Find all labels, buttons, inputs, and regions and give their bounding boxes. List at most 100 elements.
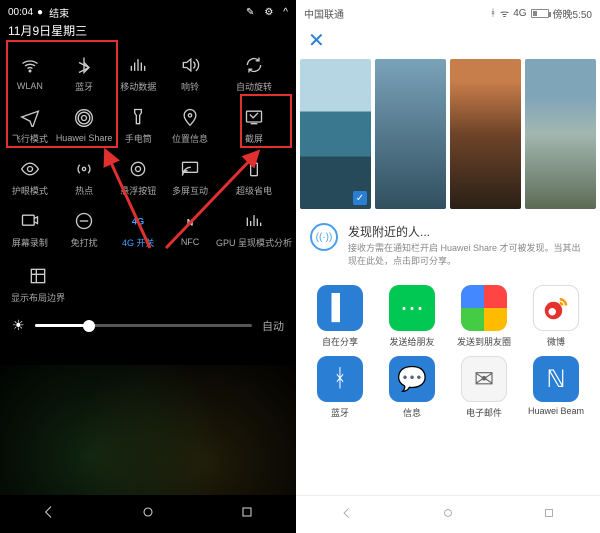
brightness-auto-toggle[interactable]: 自动 (262, 318, 284, 334)
bluetooth-icon (73, 54, 95, 76)
quick-tile-dnd[interactable]: 免打扰 (56, 203, 113, 255)
quick-tile-location[interactable]: 位置信息 (164, 99, 216, 151)
share-app-label: Huawei Beam (528, 406, 584, 416)
share-app-icon: 💬 (389, 356, 435, 402)
svg-text:N: N (187, 217, 194, 227)
collapse-icon[interactable]: ^ (283, 7, 288, 18)
photo-thumb[interactable] (450, 59, 521, 209)
quick-tile-label: GPU 呈现模式分析 (216, 236, 292, 249)
record-icon (19, 210, 41, 232)
share-app-icon (461, 285, 507, 331)
share-app-label: 发送到朋友圈 (457, 335, 511, 348)
share-target[interactable]: 微博 (522, 285, 590, 348)
quick-tile-record[interactable]: 屏幕录制 (4, 203, 56, 255)
cell-icon (127, 54, 149, 76)
nav-recents-button[interactable] (542, 506, 556, 523)
signal-icon: ᯤ (500, 6, 509, 20)
close-icon: ✕ (308, 30, 325, 52)
huawei-share-notice: ((·)) 发现附近的人... 接收方需在通知栏开启 Huawei Share … (296, 209, 600, 277)
quick-tile-screenshot[interactable]: 截屏 (216, 99, 292, 151)
photo-thumb[interactable] (375, 59, 446, 209)
dnd-icon (73, 210, 95, 232)
status-bar: 00:04 ● 结束 ✎ ⚙ ^ (0, 0, 296, 20)
share-target[interactable]: 发送到朋友圈 (450, 285, 518, 348)
eye-icon (19, 158, 41, 180)
nav-home-button[interactable] (441, 506, 455, 523)
location-icon (179, 106, 201, 128)
nav-home-button[interactable] (140, 504, 156, 523)
share-app-label: 蓝牙 (331, 406, 349, 419)
float-icon (127, 158, 149, 180)
close-button[interactable]: ✕ (296, 22, 600, 59)
bluetooth-icon: ᚼ (490, 8, 496, 19)
rotate-icon (243, 54, 265, 76)
share-icon (73, 107, 95, 129)
status-bar: 中国联通 ᚼ ᯤ 4G 傍晚5:50 (296, 0, 600, 22)
battery-icon (243, 158, 265, 180)
status-time: 00:04 (8, 7, 33, 18)
miracast-icon (179, 158, 201, 180)
svg-text:4G: 4G (132, 216, 144, 226)
quick-tile-layout-bounds[interactable]: 显示布局边界 (10, 261, 66, 307)
nav-back-button[interactable] (340, 506, 354, 523)
photo-thumbnails (296, 59, 600, 209)
android-navbar (296, 495, 600, 533)
torch-icon (127, 106, 149, 128)
quick-tile-label: 位置信息 (172, 132, 208, 145)
quick-tile-sound[interactable]: 响铃 (164, 47, 216, 99)
share-target[interactable]: 💬信息 (378, 356, 446, 419)
battery-icon (531, 9, 549, 18)
quick-tile-rotate[interactable]: 自动旋转 (216, 47, 292, 99)
quick-tile-nfc[interactable]: NNFC (164, 203, 216, 255)
4g-icon: 4G (127, 210, 149, 232)
edit-icon[interactable]: ✎ (246, 7, 254, 18)
brightness-slider[interactable] (35, 324, 252, 327)
share-target[interactable]: ℕ Huawei Beam (522, 356, 590, 419)
quick-tile-bluetooth[interactable]: 蓝牙 (56, 47, 113, 99)
plane-icon (19, 106, 41, 128)
share-target[interactable]: ✉电子邮件 (450, 356, 518, 419)
share-targets-grid: ▌自在分享⋯发送给朋友发送到朋友圈 微博 ᚼ 蓝牙 💬信息✉电子邮件 ℕ Huawei Be… (296, 277, 600, 419)
huawei-share-icon: ((·)) (310, 223, 338, 251)
quick-tile-share[interactable]: Huawei Share (56, 99, 113, 151)
nav-recents-button[interactable] (239, 504, 255, 523)
quick-tile-label: 护眼模式 (12, 184, 48, 197)
share-app-icon: ℕ (533, 356, 579, 402)
quick-tile-plane[interactable]: 飞行模式 (4, 99, 56, 151)
notice-title: 发现附近的人... (348, 223, 586, 240)
settings-icon[interactable]: ⚙ (264, 7, 273, 18)
quick-tile-miracast[interactable]: 多屏互动 (164, 151, 216, 203)
quick-tile-label: 飞行模式 (12, 132, 48, 145)
quick-tile-4g[interactable]: 4G4G 开关 (112, 203, 164, 255)
quick-tile-hotspot[interactable]: 热点 (56, 151, 113, 203)
quick-tile-wifi[interactable]: WLAN (4, 47, 56, 99)
share-app-icon: ᚼ (317, 356, 363, 402)
quick-tile-label: 移动数据 (120, 80, 156, 93)
share-target[interactable]: ▌自在分享 (306, 285, 374, 348)
quick-tile-label: Huawei Share (56, 133, 113, 143)
quick-tile-label: 手电筒 (125, 132, 152, 145)
quick-tile-float[interactable]: 悬浮按钮 (112, 151, 164, 203)
quick-tile-label: 截屏 (245, 132, 263, 145)
share-app-label: 微博 (547, 335, 565, 348)
quick-tile-label: 热点 (75, 184, 93, 197)
quick-tile-cell[interactable]: 移动数据 (112, 47, 164, 99)
brightness-icon: ☀ (12, 317, 25, 334)
quick-tile-label: 屏幕录制 (12, 236, 48, 249)
quick-tiles-grid: WLAN蓝牙移动数据 响铃 自动旋转飞行模式 Huawei Share 手电筒 位置信息 截… (0, 45, 296, 255)
quick-tile-eye[interactable]: 护眼模式 (4, 151, 56, 203)
photo-thumb[interactable] (300, 59, 371, 209)
quick-tile-battery[interactable]: 超级省电 (216, 151, 292, 203)
share-target[interactable]: ᚼ 蓝牙 (306, 356, 374, 419)
quick-tile-gpu[interactable]: GPU 呈现模式分析 (216, 203, 292, 255)
share-app-label: 发送给朋友 (389, 335, 434, 348)
quick-tile-label: 响铃 (181, 80, 199, 93)
nav-back-button[interactable] (41, 504, 57, 523)
quick-tile-label: 悬浮按钮 (120, 184, 156, 197)
quick-tile-torch[interactable]: 手电筒 (112, 99, 164, 151)
photo-thumb[interactable] (525, 59, 596, 209)
quick-tile-label: 自动旋转 (236, 80, 272, 93)
share-target[interactable]: ⋯发送给朋友 (378, 285, 446, 348)
end-recording-button[interactable]: 结束 (49, 5, 69, 20)
nfc-icon: N (179, 211, 201, 233)
